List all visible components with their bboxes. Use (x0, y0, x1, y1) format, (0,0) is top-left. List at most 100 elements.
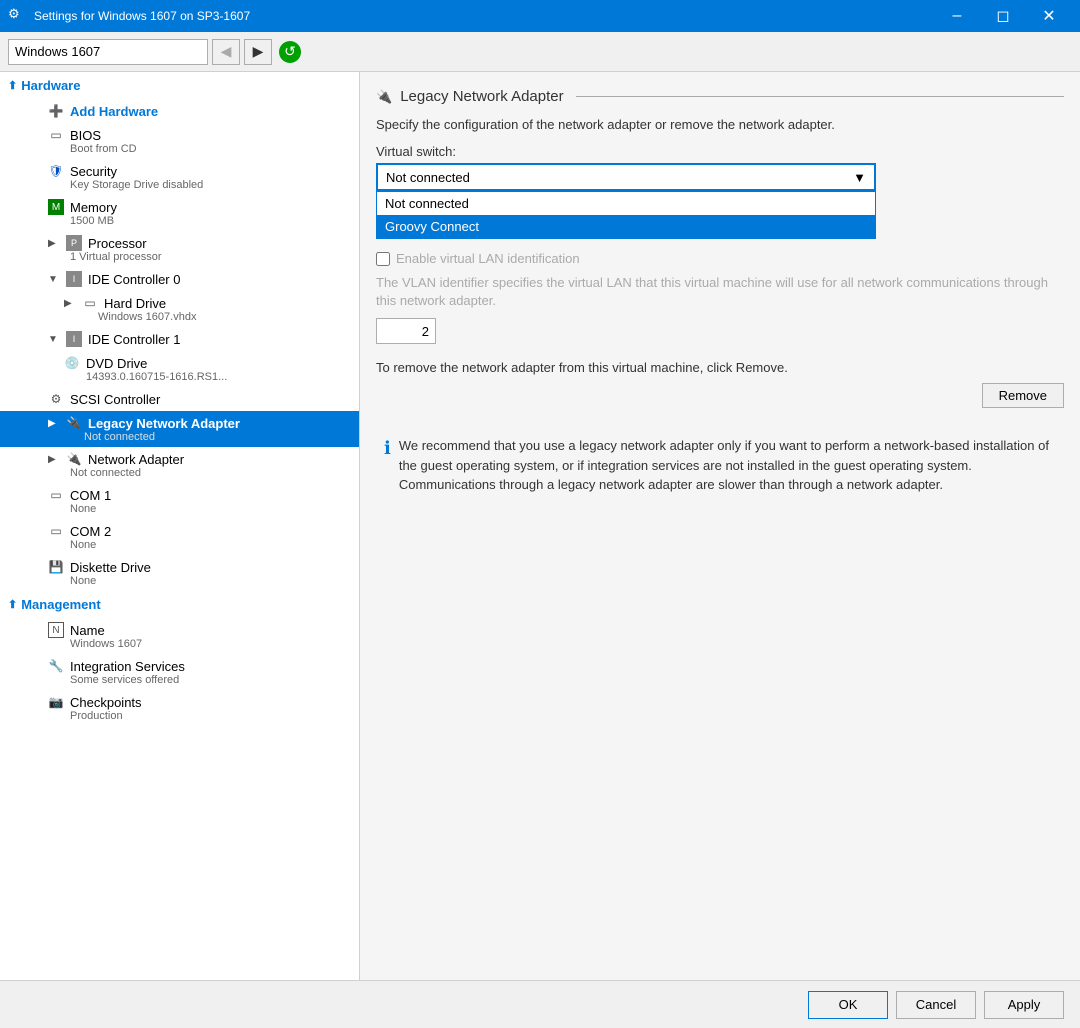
panel-divider (576, 96, 1064, 97)
legacy-net-icon: 🔌 (66, 415, 82, 431)
checkpoints-icon: 📷 (48, 694, 64, 710)
ide1-label: IDE Controller 1 (88, 332, 180, 347)
ide1-expand-icon: ▼ (48, 334, 60, 345)
ide0-label: IDE Controller 0 (88, 272, 180, 287)
restore-button[interactable]: ◻ (980, 0, 1026, 32)
com1-icon: ▭ (48, 487, 64, 503)
sidebar-item-name[interactable]: N Name Windows 1607 (0, 618, 359, 654)
virtual-switch-dropdown[interactable]: Not connected ▼ (376, 163, 876, 191)
memory-sublabel: 1500 MB (70, 215, 351, 227)
forward-button[interactable]: ▶ (244, 39, 272, 65)
sidebar: ⬆ Hardware ➕ Add Hardware ▭ BIOS Boot fr… (0, 72, 360, 980)
sidebar-item-ide1[interactable]: ▼ I IDE Controller 1 (0, 327, 359, 351)
apply-button[interactable]: Apply (984, 991, 1064, 1019)
dvd-sublabel: 14393.0.160715-1616.RS1... (86, 371, 351, 383)
dropdown-arrow-icon: ▼ (853, 170, 866, 185)
dropdown-option-groovy-connect[interactable]: Groovy Connect (377, 215, 875, 238)
sidebar-item-com1[interactable]: ▭ COM 1 None (0, 483, 359, 519)
panel-title: Legacy Network Adapter (400, 88, 563, 105)
com1-label: COM 1 (70, 488, 111, 503)
hardware-section-header[interactable]: ⬆ Hardware (0, 72, 359, 99)
close-button[interactable]: ✕ (1026, 0, 1072, 32)
refresh-icon: ↺ (279, 41, 301, 63)
scsi-icon: ⚙ (48, 391, 64, 407)
com2-sublabel: None (70, 539, 351, 551)
security-label: Security (70, 164, 117, 179)
title-bar: ⚙ Settings for Windows 1607 on SP3-1607 … (0, 0, 1080, 32)
processor-icon: P (66, 235, 82, 251)
sidebar-item-diskette[interactable]: 💾 Diskette Drive None (0, 555, 359, 591)
ide0-expand-icon: ▼ (48, 274, 60, 285)
virtual-switch-label: Virtual switch: (376, 144, 1064, 159)
enable-vlan-checkbox[interactable] (376, 252, 390, 266)
sidebar-item-dvd[interactable]: 💿 DVD Drive 14393.0.160715-1616.RS1... (0, 351, 359, 387)
security-sublabel: Key Storage Drive disabled (70, 179, 351, 191)
processor-expand-icon: ▶ (48, 238, 60, 249)
sidebar-item-harddrive[interactable]: ▶ ▭ Hard Drive Windows 1607.vhdx (0, 291, 359, 327)
bios-label: BIOS (70, 128, 101, 143)
diskette-label: Diskette Drive (70, 560, 151, 575)
com2-icon: ▭ (48, 523, 64, 539)
vlan-input[interactable] (376, 318, 436, 344)
cancel-button[interactable]: Cancel (896, 991, 976, 1019)
info-text: We recommend that you use a legacy netwo… (399, 436, 1056, 495)
management-collapse-icon: ⬆ (8, 598, 17, 611)
memory-label: Memory (70, 200, 117, 215)
vlan-checkbox-row: Enable virtual LAN identification (376, 251, 1064, 266)
sidebar-item-memory[interactable]: M Memory 1500 MB (0, 195, 359, 231)
dropdown-option-not-connected[interactable]: Not connected (377, 192, 875, 215)
com2-label: COM 2 (70, 524, 111, 539)
back-button[interactable]: ◀ (212, 39, 240, 65)
dropdown-popup: Not connected Groovy Connect (376, 191, 876, 239)
vm-selector[interactable]: Windows 1607 (8, 39, 208, 65)
bios-sublabel: Boot from CD (70, 143, 351, 155)
sidebar-item-security[interactable]: 🛡 Security Key Storage Drive disabled (0, 159, 359, 195)
harddrive-label: Hard Drive (104, 296, 166, 311)
sidebar-item-processor[interactable]: ▶ P Processor 1 Virtual processor (0, 231, 359, 267)
scsi-label: SCSI Controller (70, 392, 160, 407)
integration-icon: 🔧 (48, 658, 64, 674)
remove-button[interactable]: Remove (982, 383, 1064, 408)
integration-sublabel: Some services offered (70, 674, 351, 686)
panel-description: Specify the configuration of the network… (376, 117, 1064, 132)
legacy-net-label: Legacy Network Adapter (88, 416, 240, 431)
sidebar-item-ide0[interactable]: ▼ I IDE Controller 0 (0, 267, 359, 291)
checkpoints-label: Checkpoints (70, 695, 142, 710)
sidebar-item-legacy-net[interactable]: ▶ 🔌 Legacy Network Adapter Not connected (0, 411, 359, 447)
sidebar-item-network[interactable]: ▶ 🔌 Network Adapter Not connected (0, 447, 359, 483)
memory-icon: M (48, 199, 64, 215)
vlan-description: The VLAN identifier specifies the virtua… (376, 274, 1064, 310)
bios-icon: ▭ (48, 127, 64, 143)
minimize-button[interactable]: – (934, 0, 980, 32)
refresh-button[interactable]: ↺ (276, 38, 304, 66)
window-title: Settings for Windows 1607 on SP3-1607 (34, 9, 934, 23)
sidebar-item-bios[interactable]: ▭ BIOS Boot from CD (0, 123, 359, 159)
window-controls: – ◻ ✕ (934, 0, 1072, 32)
integration-label: Integration Services (70, 659, 185, 674)
diskette-sublabel: None (70, 575, 351, 587)
main-container: Windows 1607 ◀ ▶ ↺ ⬆ Hardware ➕ Add Hard… (0, 32, 1080, 1028)
checkpoints-sublabel: Production (70, 710, 351, 722)
network-icon: 🔌 (66, 451, 82, 467)
ok-button[interactable]: OK (808, 991, 888, 1019)
sidebar-item-integration[interactable]: 🔧 Integration Services Some services off… (0, 654, 359, 690)
remove-description: To remove the network adapter from this … (376, 360, 1064, 375)
com1-sublabel: None (70, 503, 351, 515)
name-icon: N (48, 622, 64, 638)
sidebar-item-scsi[interactable]: ⚙ SCSI Controller (0, 387, 359, 411)
dvd-label: DVD Drive (86, 356, 147, 371)
network-expand-icon: ▶ (48, 454, 60, 465)
network-label: Network Adapter (88, 452, 184, 467)
dvd-icon: 💿 (64, 355, 80, 371)
add-hardware-icon: ➕ (48, 103, 64, 119)
vm-selector-wrapper: Windows 1607 (8, 39, 208, 65)
panel-content-below-dropdown: Enable virtual LAN identification The VL… (376, 251, 1064, 503)
harddrive-icon: ▭ (82, 295, 98, 311)
management-section-label: Management (21, 597, 100, 612)
bottom-bar: OK Cancel Apply (0, 980, 1080, 1028)
sidebar-item-checkpoints[interactable]: 📷 Checkpoints Production (0, 690, 359, 726)
sidebar-item-com2[interactable]: ▭ COM 2 None (0, 519, 359, 555)
sidebar-item-add-hardware[interactable]: ➕ Add Hardware (0, 99, 359, 123)
harddrive-expand-icon: ▶ (64, 298, 76, 309)
management-section-header[interactable]: ⬆ Management (0, 591, 359, 618)
